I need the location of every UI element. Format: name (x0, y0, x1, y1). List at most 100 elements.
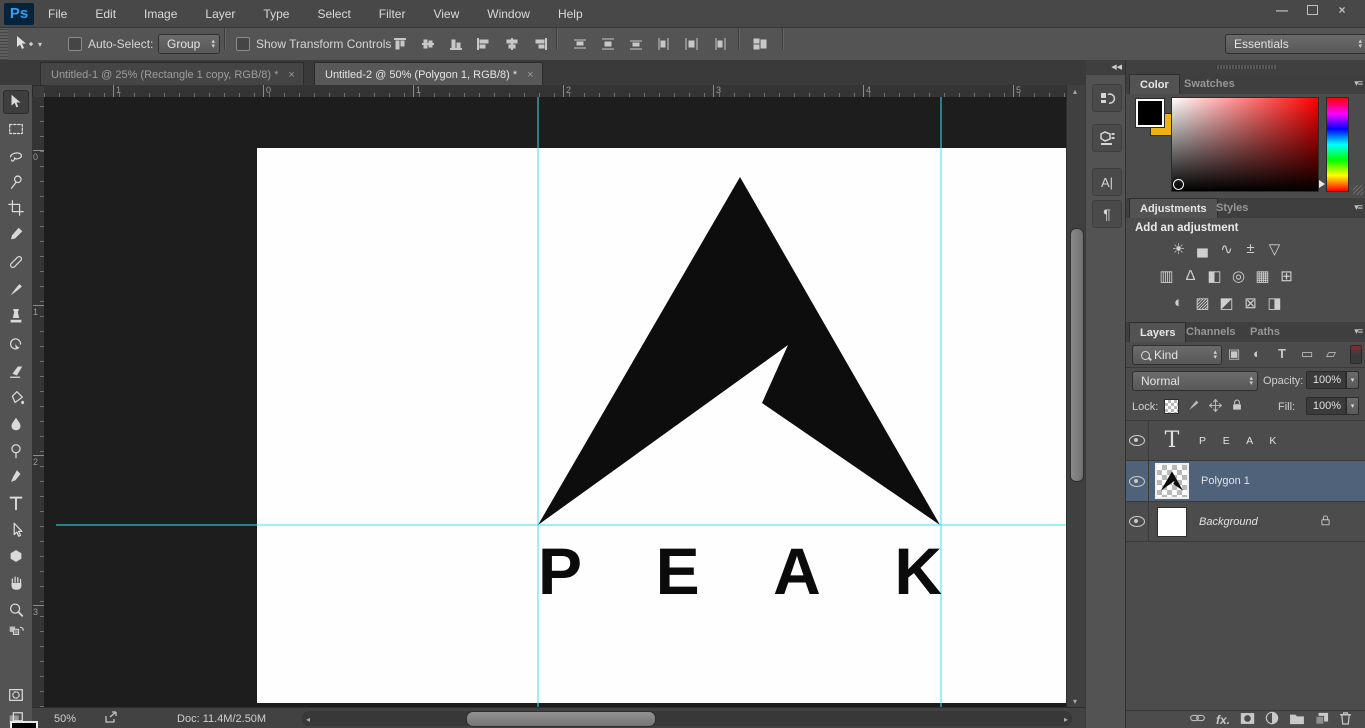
vertical-scrollbar[interactable]: ▴ ▾ (1066, 85, 1086, 707)
healing-brush-tool[interactable] (3, 250, 29, 274)
layer-name[interactable]: Polygon 1 (1201, 475, 1250, 487)
filter-shape-layers-icon[interactable]: ▭ (1301, 346, 1313, 362)
hue-slider-marker[interactable] (1319, 180, 1325, 188)
tab-paths[interactable]: Paths (1240, 322, 1290, 342)
move-tool[interactable] (3, 90, 29, 114)
add-mask-icon[interactable] (1240, 712, 1255, 728)
layer-row-peak[interactable]: T P E A K (1126, 421, 1365, 461)
new-layer-icon[interactable] (1315, 712, 1329, 728)
color-saturation-field[interactable] (1171, 97, 1319, 192)
filter-smart-objects-icon[interactable]: ▱ (1326, 346, 1336, 362)
distribute-hcenter-icon[interactable] (680, 34, 704, 54)
scroll-down-icon[interactable]: ▾ (1073, 697, 1077, 706)
filter-toggle[interactable] (1350, 345, 1362, 364)
delete-layer-icon[interactable] (1339, 711, 1352, 728)
color-balance-icon[interactable]: Δ (1180, 266, 1201, 285)
polygon-mountain-shape[interactable] (538, 177, 940, 525)
blend-mode-dropdown[interactable]: Normal ▴▾ (1132, 371, 1258, 391)
peak-text-layer[interactable]: P E A K (538, 541, 942, 601)
tab-close-icon[interactable]: × (527, 69, 533, 81)
panel-menu-icon[interactable]: ▾≡ (1354, 326, 1362, 337)
history-panel-icon[interactable] (1092, 84, 1122, 112)
gradient-map-icon[interactable]: ⊠ (1240, 293, 1261, 312)
color-foreground-swatch[interactable] (1136, 99, 1164, 127)
distribute-bottom-icon[interactable] (624, 34, 648, 54)
align-bottom-icon[interactable] (444, 34, 468, 54)
link-layers-icon[interactable] (1189, 712, 1206, 727)
history-brush-tool[interactable] (3, 333, 29, 357)
tab-close-icon[interactable]: × (288, 69, 294, 81)
marquee-tool[interactable] (3, 117, 29, 141)
photo-filter-icon[interactable]: ◎ (1228, 266, 1249, 285)
distribute-vcenter-icon[interactable] (596, 34, 620, 54)
lock-pixels-icon[interactable] (1186, 398, 1201, 416)
shape-layer-thumbnail[interactable] (1155, 463, 1189, 499)
type-tool[interactable] (3, 491, 29, 515)
align-vcenter-icon[interactable] (416, 34, 440, 54)
tab-adjustments[interactable]: Adjustments (1129, 198, 1218, 219)
show-transform-checkbox[interactable] (236, 37, 250, 51)
panel-resize-grip[interactable] (1353, 185, 1363, 195)
foreground-color-swatch[interactable] (10, 721, 38, 728)
collapse-panels-button[interactable]: ◀◀ (1086, 60, 1126, 75)
blur-tool[interactable] (3, 412, 29, 436)
zoom-level[interactable]: 50% (54, 713, 76, 725)
lock-all-icon[interactable] (1230, 398, 1244, 415)
brightness-contrast-icon[interactable]: ☀ (1168, 239, 1189, 258)
quick-mask-icon[interactable] (3, 683, 29, 707)
workspace-switcher[interactable]: Essentials ▴▾ (1225, 28, 1365, 60)
menu-window[interactable]: Window (473, 7, 544, 21)
posterize-icon[interactable]: ▨ (1192, 293, 1213, 312)
opacity-dropdown-arrow[interactable]: ▾ (1346, 371, 1359, 389)
distribute-top-icon[interactable] (568, 34, 592, 54)
filter-adjustment-layers-icon[interactable]: ◐ (1253, 346, 1261, 361)
layer-name[interactable]: P E A K (1199, 435, 1283, 447)
menu-file[interactable]: File (34, 7, 81, 21)
clone-stamp-tool[interactable] (3, 306, 29, 330)
visibility-toggle[interactable] (1126, 421, 1149, 460)
path-selection-tool[interactable] (3, 518, 29, 542)
menu-filter[interactable]: Filter (365, 7, 420, 21)
distribute-right-icon[interactable] (708, 34, 732, 54)
show-transform-option[interactable]: Show Transform Controls (236, 28, 391, 60)
lasso-tool[interactable] (3, 144, 29, 168)
color-hue-strip[interactable] (1326, 97, 1349, 192)
align-left-icon[interactable] (472, 34, 496, 54)
paragraph-panel-icon[interactable]: ¶ (1092, 200, 1122, 228)
visibility-toggle[interactable] (1126, 461, 1149, 501)
doc-size-info[interactable]: Doc: 11.4M/2.50M (177, 713, 266, 725)
paint-bucket-tool[interactable] (3, 386, 29, 410)
fill-dropdown-arrow[interactable]: ▾ (1346, 397, 1359, 415)
scroll-up-icon[interactable]: ▴ (1073, 87, 1077, 96)
visibility-toggle[interactable] (1126, 502, 1149, 541)
close-button[interactable]: × (1327, 0, 1357, 19)
black-white-icon[interactable]: ◧ (1204, 266, 1225, 285)
selective-color-icon[interactable]: ◨ (1264, 293, 1285, 312)
menu-type[interactable]: Type (249, 7, 303, 21)
menu-layer[interactable]: Layer (191, 7, 249, 21)
align-top-icon[interactable] (388, 34, 412, 54)
menu-select[interactable]: Select (303, 7, 364, 21)
channel-mixer-icon[interactable]: ▦ (1252, 266, 1273, 285)
color-lookup-icon[interactable]: ⊞ (1276, 266, 1297, 285)
tab-color[interactable]: Color (1129, 74, 1180, 95)
dodge-tool[interactable] (3, 439, 29, 463)
auto-select-target[interactable]: Group ▴▾ (158, 28, 220, 60)
tab-channels[interactable]: Channels (1176, 322, 1246, 342)
scroll-left-icon[interactable]: ◂ (306, 715, 310, 724)
levels-icon[interactable]: ▄ (1192, 239, 1213, 258)
layer-row-polygon1[interactable]: Polygon 1 (1126, 461, 1365, 502)
panel-menu-icon[interactable]: ▾≡ (1354, 78, 1362, 89)
scroll-right-icon[interactable]: ▸ (1064, 715, 1068, 724)
distribute-left-icon[interactable] (652, 34, 676, 54)
fill-value[interactable]: 100% (1306, 397, 1346, 415)
pen-tool[interactable] (3, 465, 29, 489)
horizontal-scrollbar[interactable]: ◂ ▸ (302, 711, 1072, 726)
panel-menu-icon[interactable]: ▾≡ (1354, 202, 1362, 213)
move-tool-preset[interactable]: ▾ (14, 28, 42, 60)
vibrance-icon[interactable]: ▽ (1264, 239, 1285, 258)
menu-edit[interactable]: Edit (81, 7, 130, 21)
curves-icon[interactable]: ∿ (1216, 239, 1237, 258)
layer-row-background[interactable]: Background (1126, 502, 1365, 542)
auto-align-layers-icon[interactable] (748, 34, 772, 54)
